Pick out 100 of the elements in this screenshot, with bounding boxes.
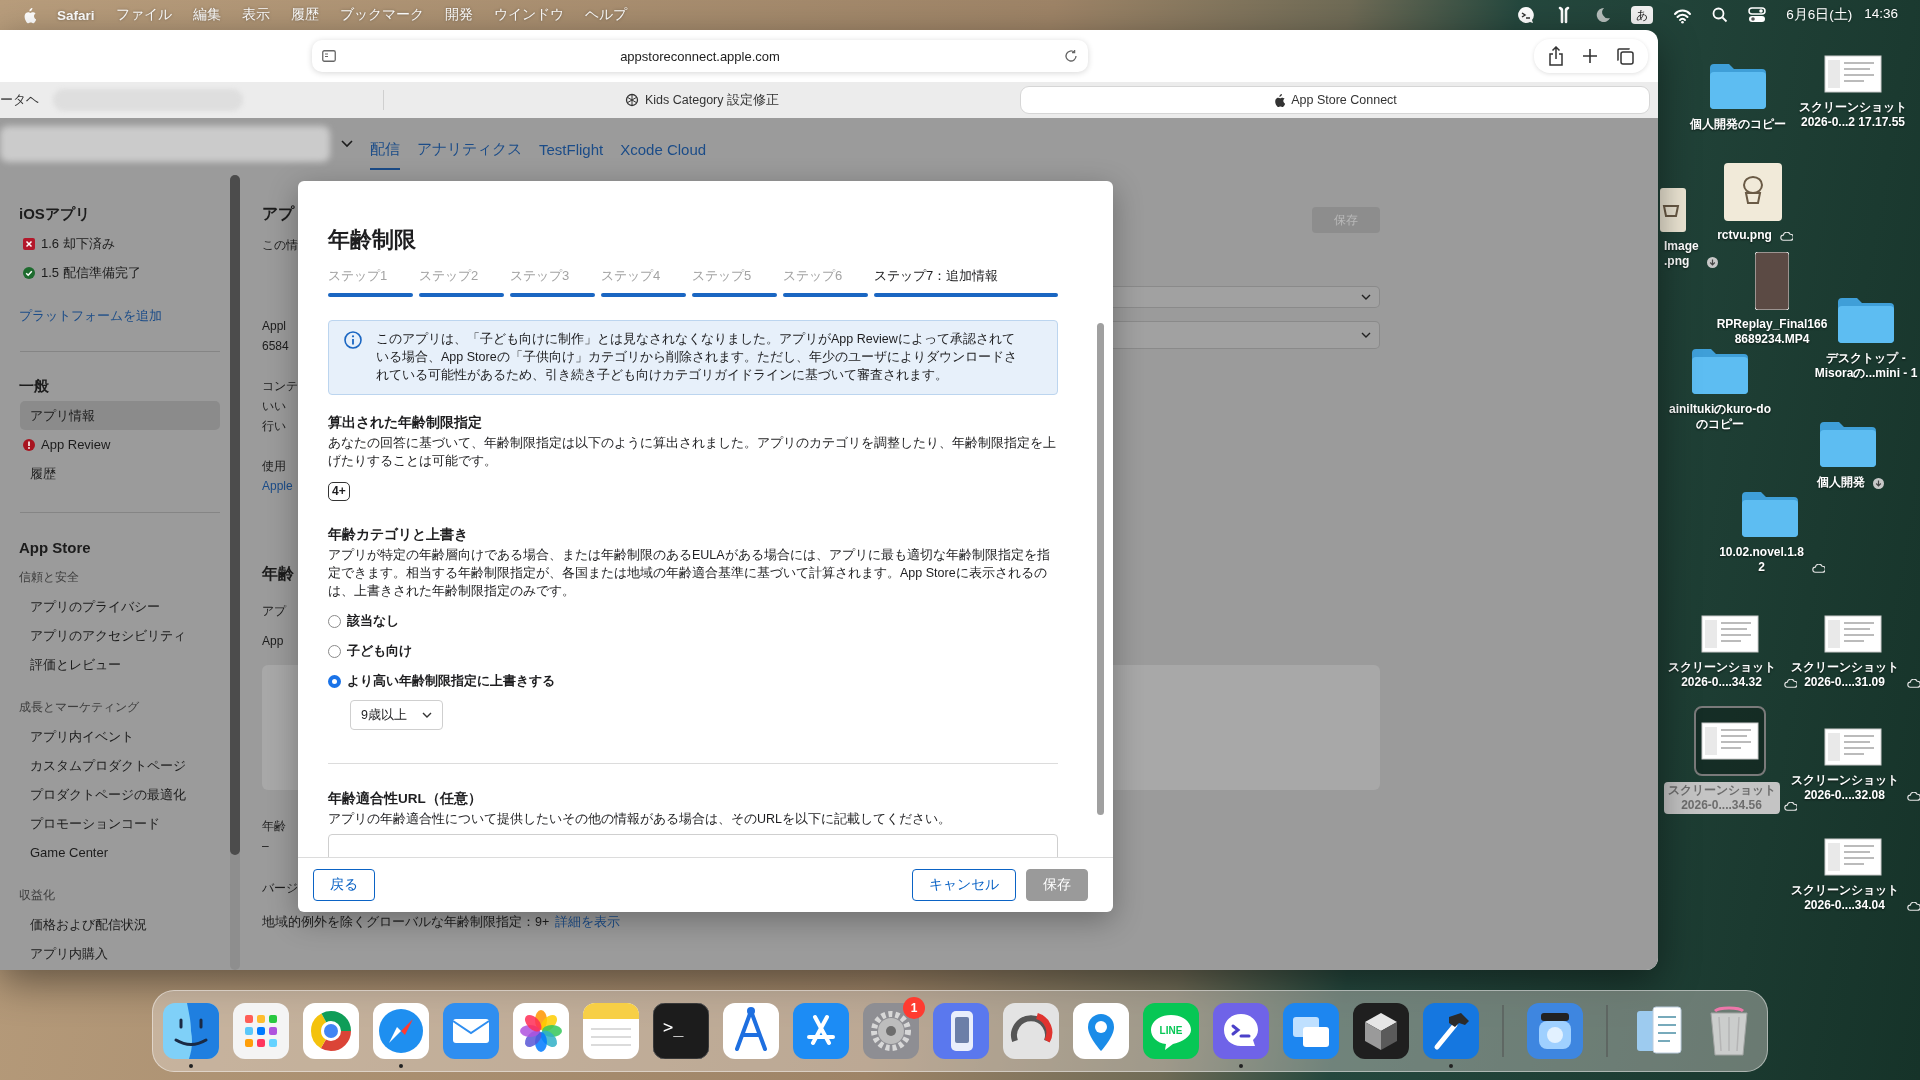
plus-icon[interactable] [1582, 48, 1598, 64]
file-label[interactable]: スクリーンショット 2026-0....32.08 [1786, 772, 1903, 804]
file-label[interactable]: 個人開発のコピー [1686, 116, 1790, 133]
control-center-icon[interactable] [1748, 7, 1767, 23]
sidebar-item[interactable]: アプリ内イベント [20, 722, 220, 751]
reload-icon[interactable] [1064, 49, 1078, 63]
file-label[interactable]: rctvu.png [1713, 227, 1776, 244]
file-label[interactable]: Image .png [1660, 238, 1703, 270]
body-text: 年齢 [262, 818, 286, 834]
notification-badge: 1 [903, 997, 925, 1019]
file-label[interactable]: ainiltukiのkuro-do のコピー [1665, 401, 1775, 433]
address-bar[interactable]: appstoreconnect.apple.com [312, 40, 1088, 72]
sidebar-item[interactable]: プロモーションコード [20, 809, 220, 838]
gear-icon[interactable] [863, 1003, 919, 1059]
sidebar-item[interactable]: プロダクトページの最適化 [20, 780, 220, 809]
compass-icon[interactable] [373, 1003, 429, 1059]
body-text: アプ [262, 603, 286, 619]
menu-item[interactable]: ヘルプ [584, 6, 627, 24]
cancel-button[interactable]: キャンセル [912, 869, 1016, 901]
screenshot-thumbnail[interactable] [1824, 615, 1882, 653]
age-rating-badge: 4+ [328, 482, 350, 501]
rejected-icon [23, 237, 35, 250]
sidebar-item[interactable]: Game Center [20, 838, 220, 867]
menu-clock[interactable]: 14:36 [1864, 6, 1898, 24]
terminal-icon[interactable]: >_ [653, 1003, 709, 1059]
chat-prompt-icon[interactable] [1517, 6, 1536, 24]
add-platform-link[interactable]: プラットフォームを追加 [19, 301, 162, 331]
sidebar-item[interactable]: 評価とレビュー [20, 650, 220, 679]
step-tab[interactable]: ステップ7：追加情報 [874, 267, 1058, 297]
file-label[interactable]: 10.02.novel.1.8 2 [1715, 544, 1808, 576]
envelope-icon[interactable] [443, 1003, 499, 1059]
sidebar-item[interactable]: アプリのアクセシビリティ [20, 621, 220, 650]
gauge-icon[interactable] [1003, 1003, 1059, 1059]
sidebar-item[interactable]: アプリ情報 [20, 401, 220, 430]
file-label[interactable]: スクリーンショット 2026-0...2 17.17.55 [1795, 99, 1911, 131]
section-heading: 年齢適合性URL（任意） [328, 790, 482, 808]
radio-button[interactable] [328, 674, 341, 688]
back-button[interactable]: 戻る [313, 869, 375, 901]
sidebar-item[interactable]: 価格および配信状況 [20, 910, 220, 939]
radio-button[interactable] [328, 644, 341, 658]
file-label[interactable]: RPReplay_Final166 8689234.MP4 [1712, 316, 1832, 348]
nav-tab[interactable]: 配信 [370, 130, 400, 170]
map-pin-icon[interactable] [1073, 1003, 1129, 1059]
chat-prompt-icon[interactable] [1213, 1003, 1269, 1059]
knot-icon [625, 93, 639, 107]
sidebar-item[interactable]: App Review [20, 430, 220, 459]
sidebar-item[interactable]: 1.5 配信準備完了 [20, 258, 220, 287]
browser-tab[interactable]: Kids Category 設定修正 [384, 86, 1020, 114]
sidebar-item[interactable]: アプリのプライバシー [20, 592, 220, 621]
screenshot-thumbnail[interactable] [1701, 615, 1759, 653]
tabs-overview-icon[interactable] [1616, 47, 1634, 65]
image-thumbnail[interactable] [1660, 188, 1686, 232]
folder-icon[interactable] [1817, 420, 1879, 468]
sidebar-item[interactable]: カスタムプロダクトページ [20, 751, 220, 780]
radio-button[interactable] [328, 614, 341, 628]
drafting-compass-icon[interactable] [723, 1003, 779, 1059]
screenshot-thumbnail[interactable] [1824, 728, 1882, 766]
flower-icon[interactable] [513, 1003, 569, 1059]
windows-icon[interactable] [1283, 1003, 1339, 1059]
dropdown-field[interactable] [1112, 321, 1380, 349]
app-grid-icon[interactable] [233, 1003, 289, 1059]
browser-tab[interactable]: ータヘ [0, 90, 39, 110]
file-label[interactable]: スクリーンショット 2026-0....31.09 [1786, 659, 1903, 691]
file-label[interactable]: 個人開発 [1812, 474, 1869, 491]
text-link[interactable]: Apple [262, 478, 293, 494]
input-mode-indicator[interactable]: あ [1631, 6, 1654, 24]
image-thumbnail[interactable] [1724, 163, 1782, 221]
sidebar-item[interactable]: 1.6 却下済み [20, 229, 220, 258]
apple-logo-icon[interactable] [22, 6, 36, 24]
sidebar-icon[interactable] [322, 50, 336, 62]
hammer-icon[interactable] [1423, 1003, 1479, 1059]
share-icon[interactable] [1548, 46, 1564, 66]
folder-icon[interactable] [1707, 62, 1769, 110]
sidebar-item[interactable]: 履歴 [20, 459, 220, 488]
folder-icon[interactable] [1835, 296, 1897, 344]
screenshot-thumbnail[interactable] [1824, 55, 1882, 93]
dropdown-field[interactable] [1112, 286, 1380, 308]
caret-icon[interactable] [341, 140, 353, 148]
sidebar-item[interactable]: アプリ内購入 [20, 939, 220, 968]
nav-tab[interactable]: Xcode Cloud [620, 130, 707, 170]
screenshot-thumbnail[interactable] [1824, 838, 1882, 876]
section-description: アプリが特定の年齢層向けである場合、または年齢制限のあるEULAがある場合には、アプリに最も適切な年齢制限指定を指定できます。相当する年齢制限指定が、各国または地域の年齢適合基準に基づいて計算されます。App Storeに表示されるのは、上書きされた年齢制限指定のみです。 [328, 547, 1051, 600]
menu-date[interactable]: 6月6日(土) [1786, 6, 1853, 24]
phone-icon[interactable] [933, 1003, 989, 1059]
photo-placeholder[interactable] [1755, 252, 1789, 310]
nav-tab[interactable]: アナリティクス [417, 130, 522, 170]
search-icon[interactable] [1712, 7, 1729, 23]
folder-icon[interactable] [1739, 490, 1801, 538]
file-label[interactable]: デスクトップ - Misoraの...mini - 1 [1810, 350, 1920, 382]
cube-icon[interactable] [1353, 1003, 1409, 1059]
lens-icon[interactable] [1527, 1003, 1583, 1059]
browser-tab[interactable]: App Store Connect [1020, 86, 1650, 114]
file-label[interactable]: スクリーンショット 2026-0....34.04 [1786, 882, 1903, 914]
file-label[interactable]: スクリーンショット 2026-0....34.32 [1663, 659, 1780, 691]
age-select[interactable]: 9歳以上 [350, 700, 443, 730]
nav-tab[interactable]: TestFlight [539, 130, 604, 170]
smiling-face-icon[interactable] [163, 1003, 219, 1059]
folder-icon[interactable] [1689, 347, 1751, 395]
letter-a-icon[interactable] [793, 1003, 849, 1059]
screenshot-thumbnail[interactable] [1694, 706, 1766, 776]
